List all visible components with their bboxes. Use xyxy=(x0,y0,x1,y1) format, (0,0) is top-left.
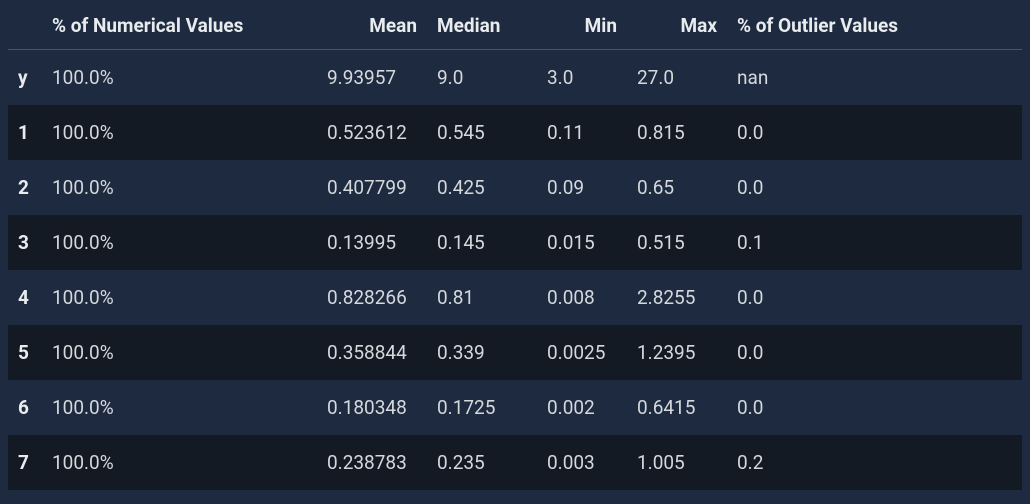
table-row: 4 100.0% 0.828266 0.81 0.008 2.8255 0.0 xyxy=(8,270,1022,325)
cell-pct-numerical: 100.0% xyxy=(42,270,317,325)
cell-pct-outlier: 0.1 xyxy=(727,215,1022,270)
cell-pct-numerical: 100.0% xyxy=(42,380,317,435)
cell-pct-numerical: 100.0% xyxy=(42,50,317,106)
row-label: 6 xyxy=(8,380,42,435)
cell-mean: 0.180348 xyxy=(317,380,427,435)
cell-median: 9.0 xyxy=(427,50,537,106)
col-mean: Mean xyxy=(317,0,427,50)
cell-pct-numerical: 100.0% xyxy=(42,435,317,490)
col-pct-numerical: % of Numerical Values xyxy=(42,0,317,50)
row-label: y xyxy=(8,50,42,106)
table-row: 6 100.0% 0.180348 0.1725 0.002 0.6415 0.… xyxy=(8,380,1022,435)
cell-median: 0.235 xyxy=(427,435,537,490)
table-row: 3 100.0% 0.13995 0.145 0.015 0.515 0.1 xyxy=(8,215,1022,270)
cell-pct-outlier: 0.0 xyxy=(727,270,1022,325)
cell-median: 0.545 xyxy=(427,105,537,160)
cell-max: 0.815 xyxy=(627,105,727,160)
cell-min: 0.002 xyxy=(537,380,627,435)
table-header: % of Numerical Values Mean Median Min Ma… xyxy=(8,0,1022,50)
cell-pct-numerical: 100.0% xyxy=(42,215,317,270)
table-row: 7 100.0% 0.238783 0.235 0.003 1.005 0.2 xyxy=(8,435,1022,490)
cell-max: 1.2395 xyxy=(627,325,727,380)
row-label: 1 xyxy=(8,105,42,160)
cell-mean: 0.13995 xyxy=(317,215,427,270)
cell-max: 0.6415 xyxy=(627,380,727,435)
cell-min: 0.09 xyxy=(537,160,627,215)
cell-mean: 9.93957 xyxy=(317,50,427,106)
cell-max: 0.515 xyxy=(627,215,727,270)
cell-pct-outlier: 0.0 xyxy=(727,325,1022,380)
cell-max: 27.0 xyxy=(627,50,727,106)
cell-min: 0.0025 xyxy=(537,325,627,380)
cell-min: 0.11 xyxy=(537,105,627,160)
col-min: Min xyxy=(537,0,627,50)
cell-median: 0.425 xyxy=(427,160,537,215)
cell-median: 0.81 xyxy=(427,270,537,325)
cell-mean: 0.358844 xyxy=(317,325,427,380)
cell-pct-numerical: 100.0% xyxy=(42,160,317,215)
cell-mean: 0.828266 xyxy=(317,270,427,325)
row-label: 7 xyxy=(8,435,42,490)
cell-pct-numerical: 100.0% xyxy=(42,105,317,160)
table-row: 1 100.0% 0.523612 0.545 0.11 0.815 0.0 xyxy=(8,105,1022,160)
table-row: y 100.0% 9.93957 9.0 3.0 27.0 nan xyxy=(8,50,1022,106)
cell-min: 0.015 xyxy=(537,215,627,270)
table-row: 2 100.0% 0.407799 0.425 0.09 0.65 0.0 xyxy=(8,160,1022,215)
col-pct-outlier: % of Outlier Values xyxy=(727,0,1022,50)
col-median: Median xyxy=(427,0,537,50)
table-row: 5 100.0% 0.358844 0.339 0.0025 1.2395 0.… xyxy=(8,325,1022,380)
row-label: 5 xyxy=(8,325,42,380)
cell-min: 0.003 xyxy=(537,435,627,490)
cell-pct-numerical: 100.0% xyxy=(42,325,317,380)
cell-median: 0.1725 xyxy=(427,380,537,435)
cell-pct-outlier: nan xyxy=(727,50,1022,106)
col-blank xyxy=(8,0,42,50)
cell-max: 0.65 xyxy=(627,160,727,215)
table-body: y 100.0% 9.93957 9.0 3.0 27.0 nan 1 100.… xyxy=(8,50,1022,491)
cell-mean: 0.238783 xyxy=(317,435,427,490)
cell-pct-outlier: 0.2 xyxy=(727,435,1022,490)
cell-pct-outlier: 0.0 xyxy=(727,105,1022,160)
cell-max: 1.005 xyxy=(627,435,727,490)
cell-median: 0.339 xyxy=(427,325,537,380)
cell-min: 3.0 xyxy=(537,50,627,106)
row-label: 3 xyxy=(8,215,42,270)
row-label: 2 xyxy=(8,160,42,215)
stats-table: % of Numerical Values Mean Median Min Ma… xyxy=(8,0,1022,490)
cell-min: 0.008 xyxy=(537,270,627,325)
col-max: Max xyxy=(627,0,727,50)
row-label: 4 xyxy=(8,270,42,325)
cell-mean: 0.407799 xyxy=(317,160,427,215)
cell-median: 0.145 xyxy=(427,215,537,270)
cell-max: 2.8255 xyxy=(627,270,727,325)
cell-pct-outlier: 0.0 xyxy=(727,160,1022,215)
cell-pct-outlier: 0.0 xyxy=(727,380,1022,435)
cell-mean: 0.523612 xyxy=(317,105,427,160)
